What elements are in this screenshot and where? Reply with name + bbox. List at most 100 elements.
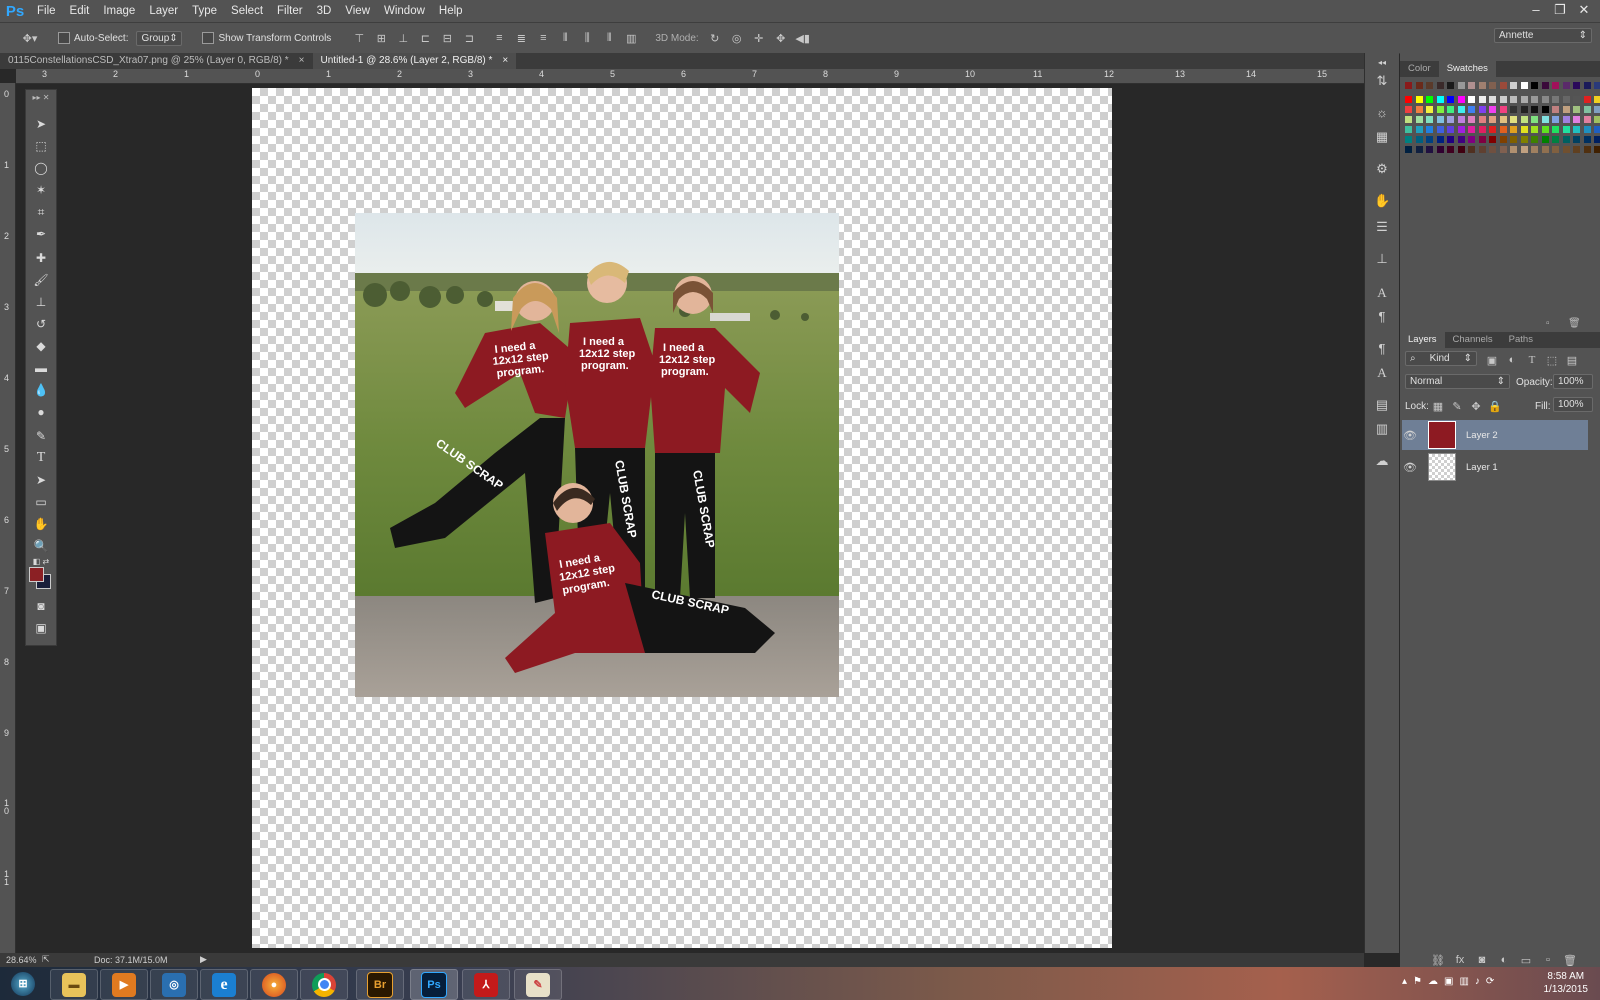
color-swatch[interactable] xyxy=(1499,82,1507,89)
tab-swatches[interactable]: Swatches xyxy=(1438,61,1496,77)
color-swatch[interactable] xyxy=(1520,106,1528,113)
screen-mode-icon[interactable]: ▣ xyxy=(29,618,53,638)
color-swatch[interactable] xyxy=(1468,116,1475,123)
color-swatch[interactable] xyxy=(1594,126,1600,133)
zoom-tool-icon[interactable]: 🔍 xyxy=(29,536,53,556)
color-swatch[interactable] xyxy=(1405,126,1412,133)
color-swatch[interactable] xyxy=(1405,106,1412,113)
align-left-icon[interactable]: ⊏ xyxy=(417,30,433,46)
menu-file[interactable]: File xyxy=(30,0,63,22)
color-swatch[interactable] xyxy=(1520,82,1528,89)
menu-window[interactable]: Window xyxy=(377,0,432,22)
tray-expand-icon[interactable]: ▴ xyxy=(1402,976,1407,987)
close-icon[interactable]: × xyxy=(502,53,508,69)
color-swatch[interactable] xyxy=(1447,146,1454,153)
visibility-eye-icon[interactable]: 👁 xyxy=(1402,461,1418,474)
color-swatch[interactable] xyxy=(1426,106,1433,113)
color-swatch[interactable] xyxy=(1489,136,1496,143)
color-swatch[interactable] xyxy=(1499,146,1507,153)
info-panel-icon[interactable]: ▥ xyxy=(1374,421,1390,437)
move-tool-preset-icon[interactable]: ✥▾ xyxy=(18,30,42,46)
tab-layers[interactable]: Layers xyxy=(1400,332,1445,348)
eraser-tool-icon[interactable]: ◆ xyxy=(29,336,53,356)
taskbar-photoshop[interactable]: Ps xyxy=(410,969,458,1000)
taskbar-network[interactable]: ◎ xyxy=(150,969,198,1000)
color-swatch[interactable] xyxy=(1426,96,1433,103)
lock-pixels-icon[interactable]: ✎ xyxy=(1449,398,1465,414)
color-swatch[interactable] xyxy=(1405,96,1412,103)
taskbar-clock[interactable]: 8:58 AM 1/13/2015 xyxy=(1544,970,1589,996)
color-swatch[interactable] xyxy=(1552,116,1559,123)
eyedropper-tool-icon[interactable]: ✒ xyxy=(29,224,53,244)
color-swatch[interactable] xyxy=(1436,126,1444,133)
cloud-icon[interactable]: ☁ xyxy=(1428,976,1438,987)
color-swatch[interactable] xyxy=(1405,146,1412,153)
show-transform-checkbox[interactable] xyxy=(202,32,215,44)
link-layers-icon[interactable]: ⛓ xyxy=(1430,952,1446,968)
color-swatch[interactable] xyxy=(1489,106,1496,113)
color-swatch[interactable] xyxy=(1583,126,1591,133)
dodge-tool-icon[interactable]: ● xyxy=(29,402,53,422)
history-brush-tool-icon[interactable]: ↺ xyxy=(29,314,53,334)
pen-tool-icon[interactable]: ✎ xyxy=(29,426,53,446)
color-swatch[interactable] xyxy=(1583,146,1591,153)
color-swatch[interactable] xyxy=(1583,136,1591,143)
color-swatch[interactable] xyxy=(1489,146,1496,153)
color-swatch[interactable] xyxy=(1499,106,1507,113)
color-swatch[interactable] xyxy=(1468,82,1475,89)
workspace-dropdown[interactable]: Annette ⇕ xyxy=(1494,28,1592,43)
taskbar-bridge[interactable]: Br xyxy=(356,969,404,1000)
color-swatch[interactable] xyxy=(1573,96,1580,103)
color-swatch[interactable] xyxy=(1573,126,1580,133)
taskbar-firefox[interactable]: ● xyxy=(250,969,298,1000)
color-swatch[interactable] xyxy=(1562,96,1570,103)
fill-field[interactable]: 100% xyxy=(1553,397,1593,412)
color-swatch[interactable] xyxy=(1573,136,1580,143)
new-adjustment-icon[interactable]: ◐ xyxy=(1496,952,1512,968)
device-icon[interactable]: ▣ xyxy=(1444,976,1453,987)
color-swatch[interactable] xyxy=(1531,116,1538,123)
filter-type-icon[interactable]: T xyxy=(1524,352,1540,368)
color-swatch[interactable] xyxy=(1489,126,1496,133)
color-swatch[interactable] xyxy=(1489,116,1496,123)
tab-constellations[interactable]: 0115ConstellationsCSD_Xtra07.png @ 25% (… xyxy=(0,53,313,69)
color-swatch[interactable] xyxy=(1531,106,1538,113)
delete-swatch-icon[interactable]: 🗑 xyxy=(1568,318,1581,329)
flag-icon[interactable]: ⚑ xyxy=(1413,976,1422,987)
color-swatch[interactable] xyxy=(1478,146,1486,153)
color-swatch[interactable] xyxy=(1594,146,1600,153)
color-swatch[interactable] xyxy=(1552,146,1559,153)
lock-transparency-icon[interactable]: ▦ xyxy=(1430,398,1446,414)
color-swatch[interactable] xyxy=(1510,146,1517,153)
menu-filter[interactable]: Filter xyxy=(270,0,310,22)
color-swatch[interactable] xyxy=(1447,136,1454,143)
color-swatch[interactable] xyxy=(1552,106,1559,113)
crop-tool-icon[interactable]: ⌗ xyxy=(29,202,53,222)
color-swatch[interactable] xyxy=(1447,106,1454,113)
volume-icon[interactable]: ♪ xyxy=(1475,976,1480,987)
color-swatch[interactable] xyxy=(1426,146,1433,153)
color-swatch[interactable] xyxy=(1468,96,1475,103)
magic-wand-tool-icon[interactable]: ✶ xyxy=(29,180,53,200)
3d-drag-icon[interactable]: ✛ xyxy=(751,30,767,46)
align-vcenter-icon[interactable]: ⊞ xyxy=(373,30,389,46)
color-swatch[interactable] xyxy=(1562,136,1570,143)
color-swatch[interactable] xyxy=(1573,116,1580,123)
character-panel-icon[interactable]: A xyxy=(1374,285,1390,301)
distribute-hcenter-icon[interactable]: ⫼ xyxy=(579,30,595,46)
color-swatch[interactable] xyxy=(1594,116,1600,123)
brush-presets-icon[interactable]: ▦ xyxy=(1374,129,1390,145)
brush-panel-icon[interactable]: ✋ xyxy=(1374,193,1390,209)
vertical-ruler[interactable]: 0 1 2 3 4 5 6 7 8 9 1 0 1 1 xyxy=(0,83,16,953)
visibility-eye-icon[interactable]: 👁 xyxy=(1402,429,1418,442)
healing-brush-tool-icon[interactable]: ✚ xyxy=(29,248,53,268)
color-swatch[interactable] xyxy=(1520,116,1528,123)
add-mask-icon[interactable]: ◙ xyxy=(1474,952,1490,968)
color-swatch[interactable] xyxy=(1562,126,1570,133)
color-swatch[interactable] xyxy=(1415,82,1423,89)
color-swatch[interactable] xyxy=(1436,106,1444,113)
color-swatch[interactable] xyxy=(1426,126,1433,133)
delete-layer-icon[interactable]: 🗑 xyxy=(1562,952,1578,968)
color-swatch[interactable] xyxy=(1436,116,1444,123)
color-swatch[interactable] xyxy=(1457,146,1465,153)
